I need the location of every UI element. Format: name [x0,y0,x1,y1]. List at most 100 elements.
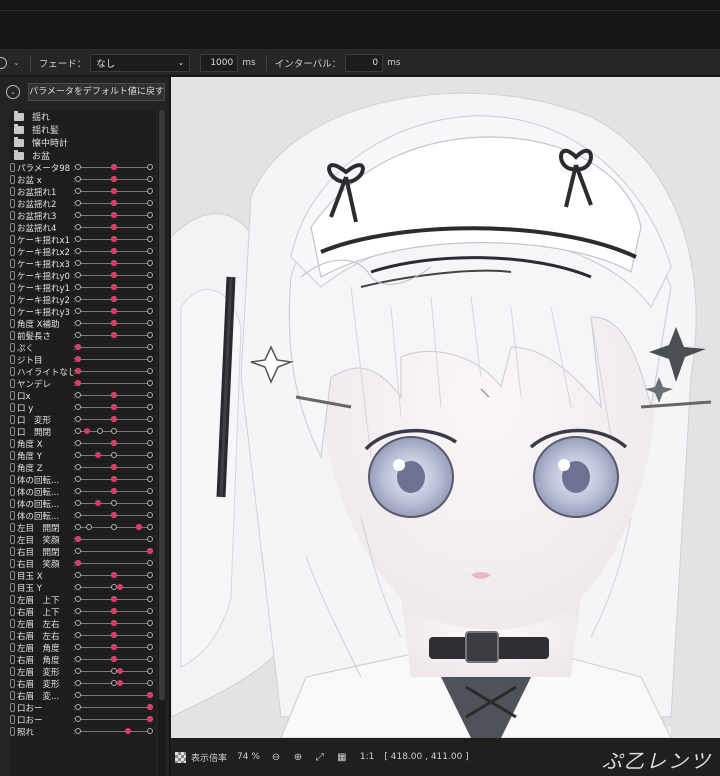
parameter-row[interactable]: お盆揺れ4: [10,222,156,234]
parameter-slider[interactable] [75,476,153,482]
parameter-slider[interactable] [75,464,153,470]
parameter-value-knob[interactable] [111,404,117,410]
parameter-slider[interactable] [75,332,153,338]
parameter-handle-icon[interactable] [10,415,15,424]
parameter-handle-icon[interactable] [10,511,15,520]
parameter-value-knob[interactable] [111,332,117,338]
parameter-row[interactable]: ヤンデレ: [10,378,156,390]
parameter-value-knob[interactable] [111,212,117,218]
parameter-handle-icon[interactable] [10,463,15,472]
parameter-value-knob[interactable] [147,716,153,722]
parameter-handle-icon[interactable] [10,655,15,664]
parameter-slider[interactable] [75,488,153,494]
parameter-value-knob[interactable] [111,596,117,602]
parameter-value-knob[interactable] [111,272,117,278]
parameter-handle-icon[interactable] [10,283,15,292]
parameter-handle-icon[interactable] [10,235,15,244]
parameter-row[interactable]: 右眉 角度: [10,654,156,666]
parameter-value-knob[interactable] [111,572,117,578]
parameter-row[interactable]: ぷく: [10,342,156,354]
parameter-slider[interactable] [75,392,153,398]
parameter-row[interactable]: 右目 開閉: [10,546,156,558]
parameter-handle-icon[interactable] [10,727,15,736]
parameter-slider[interactable] [75,164,153,170]
parameter-value-knob[interactable] [111,188,117,194]
parameter-handle-icon[interactable] [10,271,15,280]
parameter-slider[interactable] [75,608,153,614]
parameter-row[interactable]: 右眉 変...: [10,690,156,702]
parameter-row[interactable]: お盆揺れ2: [10,198,156,210]
zoom-in-icon[interactable]: ⊕ [292,751,304,763]
parameter-value-knob[interactable] [111,632,117,638]
parameter-row[interactable]: 角度 Z: [10,462,156,474]
parameter-handle-icon[interactable] [10,211,15,220]
parameter-row[interactable]: ケーキ揺れy2: [10,294,156,306]
parameter-handle-icon[interactable] [10,607,15,616]
parameter-row[interactable]: 左目 開閉: [10,522,156,534]
parameter-row[interactable]: 角度 Y: [10,450,156,462]
parameter-handle-icon[interactable] [10,619,15,628]
parameter-slider[interactable] [75,668,153,674]
transparency-icon[interactable] [175,751,186,763]
parameter-handle-icon[interactable] [10,535,15,544]
parameter-slider[interactable] [75,224,153,230]
parameter-value-knob[interactable] [111,644,117,650]
parameter-slider[interactable] [75,728,153,734]
parameter-value-knob[interactable] [75,368,81,374]
parameter-value-knob[interactable] [75,560,81,566]
parameter-value-knob[interactable] [147,692,153,698]
parameter-slider[interactable] [75,656,153,662]
parameter-slider[interactable] [75,296,153,302]
parameter-handle-icon[interactable] [10,175,15,184]
parameter-value-knob[interactable] [111,392,117,398]
parameter-value-knob[interactable] [111,260,117,266]
parameter-value-knob[interactable] [147,704,153,710]
parameter-slider[interactable] [75,308,153,314]
fit-screen-icon[interactable]: ⤢ [314,751,326,763]
parameter-handle-icon[interactable] [10,487,15,496]
parameter-row[interactable]: お盆揺れ1: [10,186,156,198]
parameter-row[interactable]: 右眉 変形: [10,678,156,690]
fade-ms-input[interactable]: 1000 [200,53,239,72]
parameter-value-knob[interactable] [111,464,117,470]
parameter-row[interactable]: 左眉 角度: [10,642,156,654]
parameter-slider[interactable] [75,584,153,590]
parameter-handle-icon[interactable] [10,247,15,256]
parameter-value-knob[interactable] [111,488,117,494]
parameter-row[interactable]: お盆 x: [10,174,156,186]
parameter-row[interactable]: 前髪長さ: [10,330,156,342]
zoom-out-icon[interactable]: ⊖ [270,751,282,763]
scrollbar-thumb[interactable] [159,110,165,700]
fade-select[interactable]: なし ⌄ [90,53,191,72]
parameter-value-knob[interactable] [75,344,81,350]
parameter-handle-icon[interactable] [10,367,15,376]
parameter-handle-icon[interactable] [10,163,15,172]
folder-item[interactable]: 揺れ [10,110,156,123]
parameter-slider[interactable] [75,272,153,278]
parameter-handle-icon[interactable] [10,319,15,328]
parameter-handle-icon[interactable] [10,547,15,556]
parameter-handle-icon[interactable] [10,583,15,592]
parameter-handle-icon[interactable] [10,223,15,232]
parameter-value-knob[interactable] [111,164,117,170]
parameter-row[interactable]: お盆揺れ3: [10,210,156,222]
parameter-value-knob[interactable] [75,380,81,386]
parameter-handle-icon[interactable] [10,643,15,652]
parameter-value-knob[interactable] [111,320,117,326]
collapse-icon[interactable]: ⌄ [6,85,20,99]
parameter-slider[interactable] [75,620,153,626]
chevron-down-icon[interactable]: ⌄ [13,58,20,67]
parameter-slider[interactable] [75,380,153,386]
parameter-slider[interactable] [75,524,153,530]
parameter-value-knob[interactable] [111,416,117,422]
parameter-value-knob[interactable] [95,452,102,458]
parameter-slider[interactable] [75,536,153,542]
parameter-value-knob[interactable] [111,608,117,614]
parameter-slider[interactable] [75,596,153,602]
parameter-handle-icon[interactable] [10,715,15,724]
parameter-row[interactable]: ケーキ揺れy3: [10,306,156,318]
parameter-row[interactable]: 照れ: [10,726,156,738]
parameter-handle-icon[interactable] [10,499,15,508]
parameter-handle-icon[interactable] [10,691,15,700]
parameter-row[interactable]: ケーキ揺れx1: [10,234,156,246]
